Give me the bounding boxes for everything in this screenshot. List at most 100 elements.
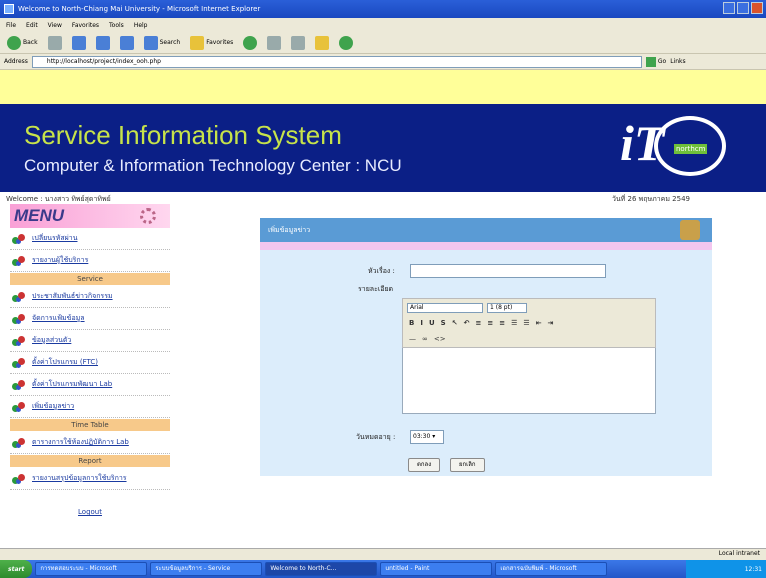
- refresh-icon: [95, 35, 110, 50]
- stop-icon: [71, 35, 86, 50]
- print-icon: [291, 35, 306, 50]
- news-icon: [680, 220, 700, 240]
- submit-button[interactable]: ตกลง: [408, 458, 441, 472]
- users-icon: [12, 290, 26, 304]
- underline-button[interactable]: U: [429, 319, 435, 327]
- sidebar-item-change-password[interactable]: เปลี่ยนรหัสผ่าน: [10, 228, 170, 250]
- address-input[interactable]: http://localhost/project/index_ooh.php: [31, 55, 642, 68]
- search-icon: [143, 35, 158, 50]
- ordered-list-button[interactable]: ☰: [511, 319, 517, 327]
- strike-button[interactable]: S: [441, 319, 446, 327]
- menu-edit[interactable]: Edit: [26, 22, 38, 29]
- system-tray: 12:31: [686, 560, 766, 578]
- sidebar-item-lab[interactable]: ตั้งค่าโปรแกรมพัฒนา Lab: [10, 374, 170, 396]
- site-banner: Service Information System Computer & In…: [0, 104, 766, 192]
- menu-view[interactable]: View: [48, 22, 62, 29]
- history-button[interactable]: [240, 34, 260, 52]
- link-button[interactable]: ↖: [452, 319, 458, 327]
- sidebar-item-announcement[interactable]: ประชาสัมพันธ์ข่าวกิจกรรม: [10, 286, 170, 308]
- history-icon: [243, 35, 258, 50]
- expiry-select[interactable]: 03:30 ▾: [410, 430, 444, 444]
- back-button[interactable]: Back: [4, 34, 41, 52]
- address-bar: Address http://localhost/project/index_o…: [0, 54, 766, 70]
- top-band: [0, 70, 766, 104]
- status-bar: Local intranet: [0, 548, 766, 560]
- messenger-button[interactable]: [336, 34, 356, 52]
- title-label: หัวเรื่อง :: [368, 267, 395, 275]
- taskbar: start การทดสอบระบบ - Microsoft ระบบข้อมู…: [0, 560, 766, 578]
- sidebar-item-user-report[interactable]: รายงานผู้ใช้บริการ: [10, 250, 170, 272]
- editor-toolbar: Arial 1 (8 pt) B I U S ↖ ↶ ≡ ≡ ≡ ☰ ☰ ⇤ ⇥…: [402, 298, 656, 348]
- sidebar-item-profile[interactable]: ข้อมูลส่วนตัว: [10, 330, 170, 352]
- clock: 12:31: [744, 565, 762, 573]
- align-right-button[interactable]: ≡: [499, 319, 505, 327]
- users-icon: [12, 334, 26, 348]
- sidebar-item-ftc[interactable]: ตั้งค่าโปรแกรม (FTC): [10, 352, 170, 374]
- reset-button[interactable]: ยกเลิก: [450, 458, 485, 472]
- favorites-button[interactable]: Favorites: [187, 34, 236, 52]
- format-buttons-row2: — ∞ <>: [409, 335, 446, 343]
- menu-help[interactable]: Help: [134, 22, 148, 29]
- sidebar-item-usage-report[interactable]: รายงานสรุปข้อมูลการใช้บริการ: [10, 468, 170, 490]
- start-button[interactable]: start: [0, 560, 33, 578]
- menu-tools[interactable]: Tools: [109, 22, 124, 29]
- hr-button[interactable]: —: [409, 335, 416, 343]
- undo-button[interactable]: ↶: [464, 319, 470, 327]
- it-logo: iT northcm: [616, 112, 740, 182]
- title-input[interactable]: [410, 264, 606, 278]
- font-size-select[interactable]: 1 (8 pt): [487, 303, 527, 313]
- window-title: Welcome to North-Chiang Mai University -…: [18, 5, 261, 13]
- bold-button[interactable]: B: [409, 319, 414, 327]
- home-button[interactable]: [117, 34, 137, 52]
- users-icon: [12, 254, 26, 268]
- indent-button[interactable]: ⇥: [548, 319, 554, 327]
- close-button[interactable]: [751, 2, 763, 14]
- go-button[interactable]: Go: [645, 56, 666, 67]
- users-icon: [12, 356, 26, 370]
- add-news-panel: เพิ่มข้อมูลข่าว หัวเรื่อง : รายละเอียด A…: [260, 218, 712, 476]
- users-icon: [12, 232, 26, 246]
- editor-text-area[interactable]: [402, 348, 656, 414]
- window-controls: [723, 2, 763, 14]
- mail-button[interactable]: [264, 34, 284, 52]
- edit-button[interactable]: [312, 34, 332, 52]
- taskbar-item-doc[interactable]: เอกสารฉบับพิมพ์ - Microsoft: [495, 562, 608, 576]
- taskbar-item-service[interactable]: ระบบข้อมูลบริการ - Service: [150, 562, 263, 576]
- forward-button[interactable]: [45, 34, 65, 52]
- italic-button[interactable]: I: [420, 319, 423, 327]
- taskbar-item-word[interactable]: การทดสอบระบบ - Microsoft: [35, 562, 148, 576]
- logout-link[interactable]: Logout: [10, 508, 170, 516]
- menu-file[interactable]: File: [6, 22, 16, 29]
- users-icon: [12, 378, 26, 392]
- source-button[interactable]: <>: [434, 335, 446, 343]
- sidebar-item-add-news[interactable]: เพิ่มข้อมูลข่าว: [10, 396, 170, 418]
- sidebar-item-file-manage[interactable]: จัดการแฟ้มข้อมูล: [10, 308, 170, 330]
- taskbar-item-ie[interactable]: Welcome to North-C...: [265, 562, 378, 576]
- outdent-button[interactable]: ⇤: [536, 319, 542, 327]
- section-service: Service: [10, 273, 170, 285]
- menu-favorites[interactable]: Favorites: [72, 22, 99, 29]
- maximize-button[interactable]: [737, 2, 749, 14]
- minimize-button[interactable]: [723, 2, 735, 14]
- detail-label: รายละเอียด: [358, 285, 394, 293]
- links-button[interactable]: Links: [670, 58, 685, 65]
- current-date: วันที่ 26 พฤษภาคม 2549: [611, 195, 690, 203]
- unordered-list-button[interactable]: ☰: [523, 319, 529, 327]
- align-left-button[interactable]: ≡: [475, 319, 481, 327]
- users-icon: [12, 312, 26, 326]
- stop-button[interactable]: [69, 34, 89, 52]
- rich-text-editor: Arial 1 (8 pt) B I U S ↖ ↶ ≡ ≡ ≡ ☰ ☰ ⇤ ⇥…: [402, 298, 656, 418]
- section-report: Report: [10, 455, 170, 467]
- refresh-button[interactable]: [93, 34, 113, 52]
- panel-subheader: [260, 242, 712, 250]
- print-button[interactable]: [288, 34, 308, 52]
- sidebar-item-lab-schedule[interactable]: ตารางการใช้ห้องปฏิบัติการ Lab: [10, 432, 170, 454]
- font-select[interactable]: Arial: [407, 303, 483, 313]
- taskbar-item-paint[interactable]: untitled - Paint: [380, 562, 493, 576]
- align-center-button[interactable]: ≡: [487, 319, 493, 327]
- search-button[interactable]: Search: [141, 34, 184, 52]
- hyperlink-button[interactable]: ∞: [422, 335, 428, 343]
- address-label: Address: [4, 58, 28, 65]
- users-icon: [12, 436, 26, 450]
- expiry-label: วันหมดอายุ :: [356, 433, 396, 441]
